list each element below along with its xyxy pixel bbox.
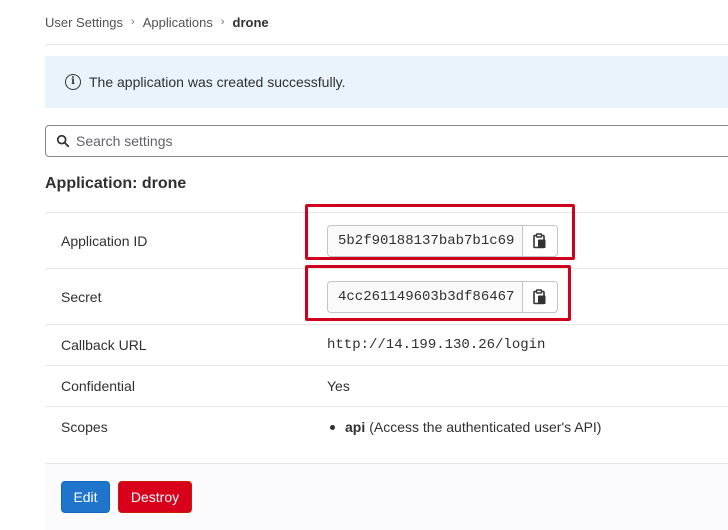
scope-item: api (Access the authenticated user's API… (327, 419, 601, 435)
breadcrumb-user-settings[interactable]: User Settings (45, 15, 123, 30)
confidential-label: Confidential (61, 378, 135, 394)
callback-url-label: Callback URL (61, 337, 147, 353)
breadcrumb-applications[interactable]: Applications (143, 15, 213, 30)
scope-description: (Access the authenticated user's API) (369, 419, 602, 435)
confidential-value: Yes (327, 378, 350, 394)
breadcrumb-separator: › (131, 16, 135, 28)
secret-label: Secret (61, 288, 102, 305)
success-alert: i The application was created successful… (45, 56, 728, 108)
search-input[interactable] (76, 133, 676, 149)
info-icon: i (65, 74, 81, 90)
bullet (330, 424, 335, 430)
breadcrumb-current: drone (232, 14, 269, 30)
table-row-confidential: Confidential Yes (45, 365, 728, 406)
table-row-callback-url: Callback URL http://14.199.130.26/login (45, 324, 728, 365)
callback-url-value: http://14.199.130.26/login (327, 337, 546, 353)
alert-message: The application was created successfully… (89, 74, 346, 90)
destroy-button[interactable]: Destroy (118, 481, 192, 513)
table-row-scopes: Scopes api (Access the authenticated use… (45, 406, 728, 447)
search-box[interactable] (45, 125, 728, 157)
highlight-box-application-id (305, 204, 575, 260)
edit-button[interactable]: Edit (61, 481, 110, 513)
breadcrumb: User Settings › Applications › drone (45, 14, 269, 30)
scopes-label: Scopes (61, 419, 108, 435)
highlight-box-secret (305, 265, 571, 321)
breadcrumb-separator: › (220, 16, 225, 28)
divider (45, 44, 728, 45)
form-actions: Edit Destroy (45, 463, 728, 530)
search-icon (56, 134, 70, 148)
application-id-label: Application ID (61, 232, 148, 249)
page-title: Application: drone (45, 175, 187, 192)
scope-name: api (345, 419, 366, 435)
